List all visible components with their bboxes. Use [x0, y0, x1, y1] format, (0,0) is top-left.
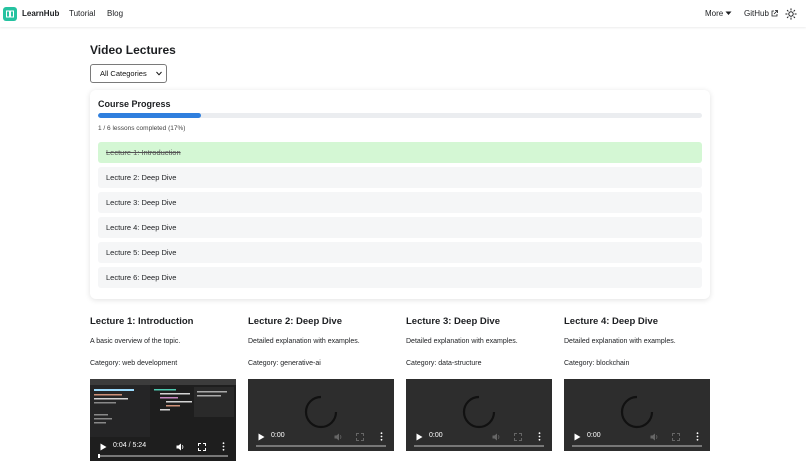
video-seek-bar[interactable]	[98, 454, 228, 458]
video-time: 0:00	[429, 432, 443, 439]
video-controls: 0:00	[248, 427, 394, 451]
loading-spinner-icon	[462, 395, 496, 429]
lesson-item[interactable]: Lecture 4: Deep Dive	[98, 217, 702, 238]
page-title: Video Lectures	[90, 43, 176, 57]
lesson-label: Lecture 2: Deep Dive	[106, 173, 177, 182]
progress-bar-fill	[98, 113, 201, 118]
sun-icon	[785, 8, 797, 20]
nav-more-dropdown[interactable]: More	[705, 9, 732, 18]
more-options-icon[interactable]	[696, 432, 699, 441]
lecture-description: A basic overview of the topic.	[90, 338, 181, 345]
lecture-title: Lecture 1: Introduction	[90, 316, 194, 327]
lecture-description: Detailed explanation with examples.	[248, 338, 360, 345]
lecture-description: Detailed explanation with examples.	[406, 338, 518, 345]
video-player[interactable]: 0:04 / 5:24	[90, 379, 236, 461]
more-options-icon[interactable]	[222, 442, 225, 451]
video-seek-fill	[98, 454, 100, 458]
caret-down-icon	[725, 11, 732, 15]
video-time: 0:00	[271, 432, 285, 439]
volume-icon[interactable]	[650, 433, 659, 441]
video-player[interactable]: 0:00	[248, 379, 394, 451]
video-controls: 0:04 / 5:24	[90, 437, 236, 461]
video-seek-bar[interactable]	[414, 445, 544, 447]
fullscreen-icon[interactable]	[198, 443, 206, 451]
lecture-card: Lecture 3: Deep Dive Detailed explanatio…	[406, 316, 552, 451]
category-select[interactable]: All Categories	[90, 64, 167, 83]
navbar: LearnHub Tutorial Blog More GitHub	[0, 0, 806, 27]
video-player[interactable]: 0:00	[406, 379, 552, 451]
lecture-card: Lecture 4: Deep Dive Detailed explanatio…	[564, 316, 710, 451]
more-options-icon[interactable]	[538, 432, 541, 441]
nav-tutorial[interactable]: Tutorial	[69, 9, 95, 18]
lesson-list: Lecture 1: Introduction Lecture 2: Deep …	[98, 142, 702, 292]
brand-name: LearnHub	[22, 9, 60, 18]
lecture-title: Lecture 3: Deep Dive	[406, 316, 500, 327]
play-icon[interactable]	[574, 433, 581, 441]
nav-github[interactable]: GitHub	[744, 9, 778, 18]
volume-icon[interactable]	[334, 433, 343, 441]
loading-spinner-icon	[304, 395, 338, 429]
lecture-description: Detailed explanation with examples.	[564, 338, 676, 345]
lesson-label: Lecture 3: Deep Dive	[106, 198, 177, 207]
lesson-label: Lecture 1: Introduction	[106, 148, 181, 157]
lecture-card: Lecture 2: Deep Dive Detailed explanatio…	[248, 316, 394, 451]
lecture-title: Lecture 4: Deep Dive	[564, 316, 658, 327]
lesson-label: Lecture 5: Deep Dive	[106, 248, 177, 257]
video-controls: 0:00	[406, 427, 552, 451]
loading-spinner-icon	[620, 395, 654, 429]
theme-toggle-button[interactable]	[785, 7, 797, 20]
play-icon[interactable]	[258, 433, 265, 441]
lecture-card: Lecture 1: Introduction A basic overview…	[90, 316, 236, 461]
lecture-category: Category: web development	[90, 360, 178, 367]
lesson-label: Lecture 4: Deep Dive	[106, 223, 177, 232]
lecture-category: Category: blockchain	[564, 360, 630, 367]
course-progress-card: Course Progress 1 / 6 lessons completed …	[90, 90, 710, 299]
volume-icon[interactable]	[176, 443, 185, 451]
video-player[interactable]: 0:00	[564, 379, 710, 451]
category-select-value: All Categories	[100, 69, 147, 78]
lesson-label: Lecture 6: Deep Dive	[106, 273, 177, 282]
volume-icon[interactable]	[492, 433, 501, 441]
progress-bar	[98, 113, 702, 118]
lecture-category: Category: data-structure	[406, 360, 482, 367]
fullscreen-icon[interactable]	[356, 433, 364, 441]
play-icon[interactable]	[416, 433, 423, 441]
lesson-item[interactable]: Lecture 2: Deep Dive	[98, 167, 702, 188]
progress-text: 1 / 6 lessons completed (17%)	[98, 125, 186, 132]
lesson-item[interactable]: Lecture 3: Deep Dive	[98, 192, 702, 213]
nav-github-label: GitHub	[744, 9, 769, 18]
video-time: 0:00	[587, 432, 601, 439]
lecture-category: Category: generative-ai	[248, 360, 321, 367]
lesson-item[interactable]: Lecture 5: Deep Dive	[98, 242, 702, 263]
brand-link[interactable]: LearnHub	[3, 6, 60, 21]
external-link-icon	[771, 10, 778, 17]
video-frame-thumbnail	[90, 379, 236, 437]
video-seek-bar[interactable]	[256, 445, 386, 447]
video-controls: 0:00	[564, 427, 710, 451]
lesson-item[interactable]: Lecture 1: Introduction	[98, 142, 702, 163]
nav-more-label: More	[705, 9, 724, 18]
video-time: 0:04 / 5:24	[113, 442, 147, 449]
fullscreen-icon[interactable]	[672, 433, 680, 441]
progress-title: Course Progress	[98, 99, 171, 109]
video-seek-bar[interactable]	[572, 445, 702, 447]
fullscreen-icon[interactable]	[514, 433, 522, 441]
play-icon[interactable]	[100, 443, 107, 451]
book-icon	[3, 6, 17, 21]
more-options-icon[interactable]	[380, 432, 383, 441]
lesson-item[interactable]: Lecture 6: Deep Dive	[98, 267, 702, 288]
lecture-title: Lecture 2: Deep Dive	[248, 316, 342, 327]
chevron-down-icon	[156, 71, 162, 76]
nav-blog[interactable]: Blog	[107, 9, 123, 18]
